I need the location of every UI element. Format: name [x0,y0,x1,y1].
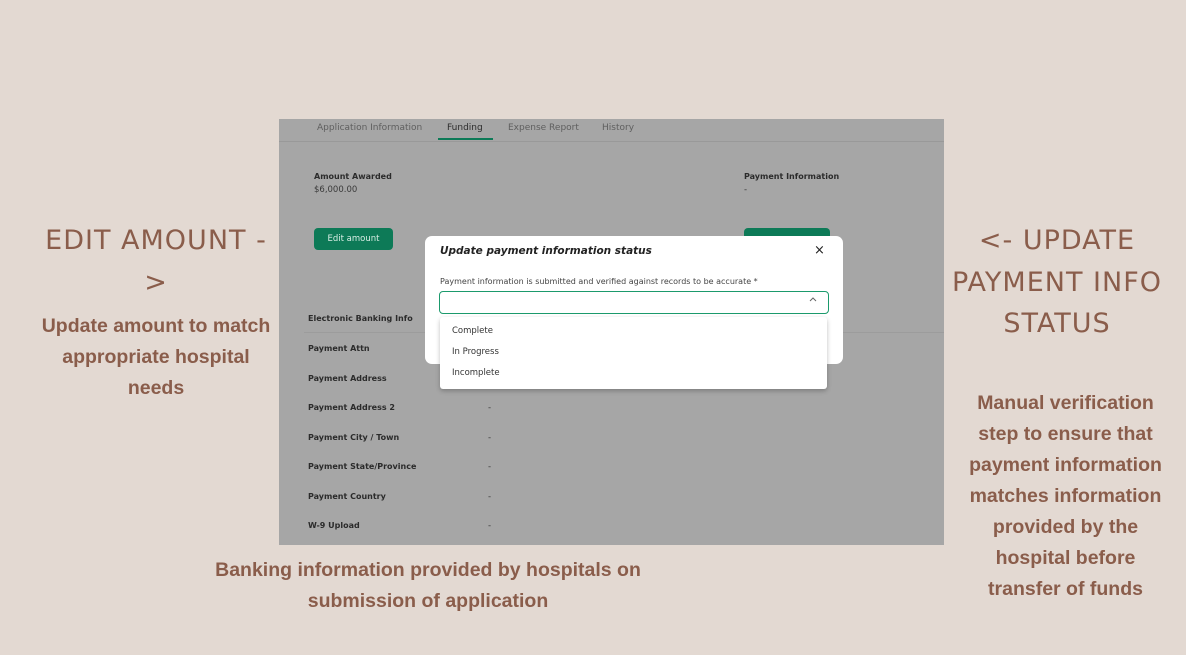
close-icon[interactable]: × [814,243,825,258]
payment-address-label: Payment Address [308,374,387,383]
payment-country-label: Payment Country [308,492,386,501]
option-in-progress[interactable]: In Progress [452,347,499,357]
w9-upload-label: W-9 Upload [308,521,360,530]
banking-info-description: Banking information provided by hospital… [215,559,641,612]
status-dropdown-menu: Complete In Progress Incomplete [440,317,827,389]
payment-country-value: - [488,492,492,502]
edit-amount-heading: EDIT AMOUNT -> [45,225,267,298]
tab-bar: Application Information Funding Expense … [279,119,944,142]
funding-screenshot: Application Information Funding Expense … [279,119,944,545]
payment-state-label: Payment State/Province [308,462,417,471]
edit-amount-button[interactable]: Edit amount [314,228,393,250]
option-incomplete[interactable]: Incomplete [452,368,500,378]
payment-state-value: - [488,462,492,472]
option-complete[interactable]: Complete [452,326,493,336]
payment-information-label: Payment Information [744,172,840,181]
payment-address-2-value: - [488,403,492,413]
tab-application-information[interactable]: Application Information [317,123,422,133]
tab-funding[interactable]: Funding [447,123,483,133]
tab-expense-report[interactable]: Expense Report [508,123,579,133]
payment-city-label: Payment City / Town [308,433,400,442]
chevron-up-icon[interactable] [808,295,818,306]
status-select[interactable] [439,291,829,314]
w9-upload-value: - [488,521,492,531]
payment-information-value: - [744,185,748,195]
edit-amount-description: Update amount to match appropriate hospi… [41,315,271,399]
update-payment-description: Manual verification step to ensure that … [969,392,1162,600]
payment-address-2-label: Payment Address 2 [308,403,395,412]
payment-attn-label: Payment Attn [308,344,370,353]
tab-history[interactable]: History [602,123,634,133]
update-payment-heading: <- UPDATE PAYMENT INFO STATUS [952,225,1162,339]
amount-awarded-label: Amount Awarded [314,172,392,181]
amount-awarded-value: $6,000.00 [314,185,358,195]
banking-section-title: Electronic Banking Info [308,314,413,323]
modal-title: Update payment information status [440,245,652,257]
verification-question: Payment information is submitted and ver… [440,277,758,286]
active-tab-indicator [438,138,493,140]
payment-city-value: - [488,433,492,443]
